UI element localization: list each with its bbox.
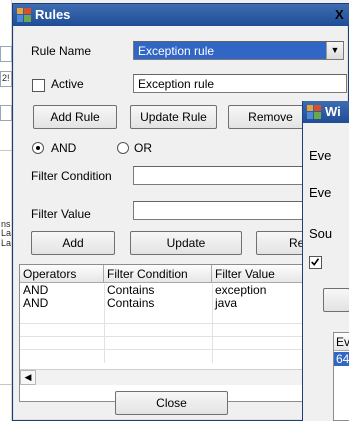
secondary-label: Eve bbox=[309, 185, 332, 200]
grid-cell[interactable]: Contains bbox=[104, 284, 212, 297]
active-textbox[interactable]: Exception rule bbox=[133, 74, 347, 93]
background-app: 2! ns La La bbox=[0, 0, 12, 421]
update-filter-button[interactable]: Update bbox=[130, 231, 242, 255]
or-label: OR bbox=[134, 141, 152, 155]
rule-name-label: Rule Name bbox=[31, 44, 92, 58]
rules-dialog: Rules X Rule Name Exception rule ▼ Activ… bbox=[12, 3, 349, 421]
grid-header-operators[interactable]: Operators bbox=[20, 265, 104, 283]
close-icon[interactable]: X bbox=[335, 7, 344, 22]
grid-header-filter-condition[interactable]: Filter Condition bbox=[104, 265, 212, 283]
filter-condition-input[interactable] bbox=[133, 166, 305, 185]
and-label: AND bbox=[51, 141, 77, 155]
grid-column-line bbox=[212, 284, 213, 363]
grid-cell[interactable]: AND bbox=[20, 297, 104, 310]
secondary-checkbox[interactable] bbox=[309, 256, 322, 269]
background-field bbox=[0, 46, 12, 62]
chevron-down-icon[interactable]: ▼ bbox=[326, 42, 343, 59]
add-filter-button[interactable]: Add bbox=[31, 231, 115, 255]
secondary-title: Wi bbox=[325, 104, 341, 119]
secondary-list[interactable]: Ev 64 bbox=[333, 332, 349, 421]
rules-titlebar[interactable]: Rules X bbox=[13, 4, 349, 26]
grid-horizontal-scrollbar[interactable]: ◀ bbox=[20, 369, 310, 385]
grid-row-line bbox=[20, 336, 312, 337]
background-text: La bbox=[1, 238, 12, 248]
grid-cell[interactable]: AND bbox=[20, 284, 104, 297]
app-icon bbox=[17, 8, 31, 22]
and-radio[interactable] bbox=[32, 142, 44, 154]
secondary-list-item[interactable]: 64 bbox=[334, 352, 349, 366]
scroll-left-icon[interactable]: ◀ bbox=[20, 370, 36, 385]
grid-cell[interactable]: java bbox=[212, 297, 312, 310]
background-divider bbox=[0, 150, 12, 151]
checkmark-icon bbox=[311, 258, 320, 266]
grid-row-line bbox=[20, 323, 312, 324]
or-radio[interactable] bbox=[117, 142, 129, 154]
radio-selected-dot bbox=[36, 146, 40, 150]
secondary-window: Wi Eve Eve Sou Ev 64 bbox=[302, 101, 349, 421]
add-rule-button[interactable]: Add Rule bbox=[33, 105, 117, 129]
rule-name-combobox[interactable]: Exception rule ▼ bbox=[133, 41, 344, 60]
background-field bbox=[0, 105, 12, 121]
filter-grid[interactable]: Operators Filter Condition Filter Value … bbox=[19, 264, 312, 402]
grid-row-line bbox=[20, 349, 312, 350]
secondary-button[interactable] bbox=[323, 288, 349, 312]
background-field: 2! bbox=[0, 71, 12, 87]
active-checkbox[interactable] bbox=[32, 79, 45, 92]
active-value: Exception rule bbox=[138, 77, 215, 91]
filter-value-label: Filter Value bbox=[31, 207, 91, 221]
background-text: 2! bbox=[2, 73, 10, 83]
grid-cell[interactable]: Contains bbox=[104, 297, 212, 310]
background-divider bbox=[0, 384, 12, 385]
grid-cell[interactable]: exception bbox=[212, 284, 312, 297]
background-text: La bbox=[1, 228, 12, 238]
app-icon bbox=[307, 105, 321, 119]
grid-column-line bbox=[104, 284, 105, 363]
grid-header-filter-value[interactable]: Filter Value bbox=[212, 265, 312, 283]
secondary-titlebar[interactable]: Wi bbox=[303, 101, 349, 123]
filter-condition-label: Filter Condition bbox=[31, 169, 112, 183]
filter-value-input[interactable] bbox=[133, 201, 305, 220]
close-button[interactable]: Close bbox=[115, 391, 228, 415]
dialog-title: Rules bbox=[35, 7, 71, 22]
secondary-label: Sou bbox=[309, 226, 333, 241]
secondary-label: Eve bbox=[309, 148, 332, 163]
rule-name-value: Exception rule bbox=[138, 44, 215, 58]
remove-button[interactable]: Remove bbox=[228, 105, 313, 129]
secondary-list-header[interactable]: Ev bbox=[334, 333, 349, 351]
update-rule-button[interactable]: Update Rule bbox=[130, 105, 217, 129]
active-label: Active bbox=[51, 77, 84, 91]
